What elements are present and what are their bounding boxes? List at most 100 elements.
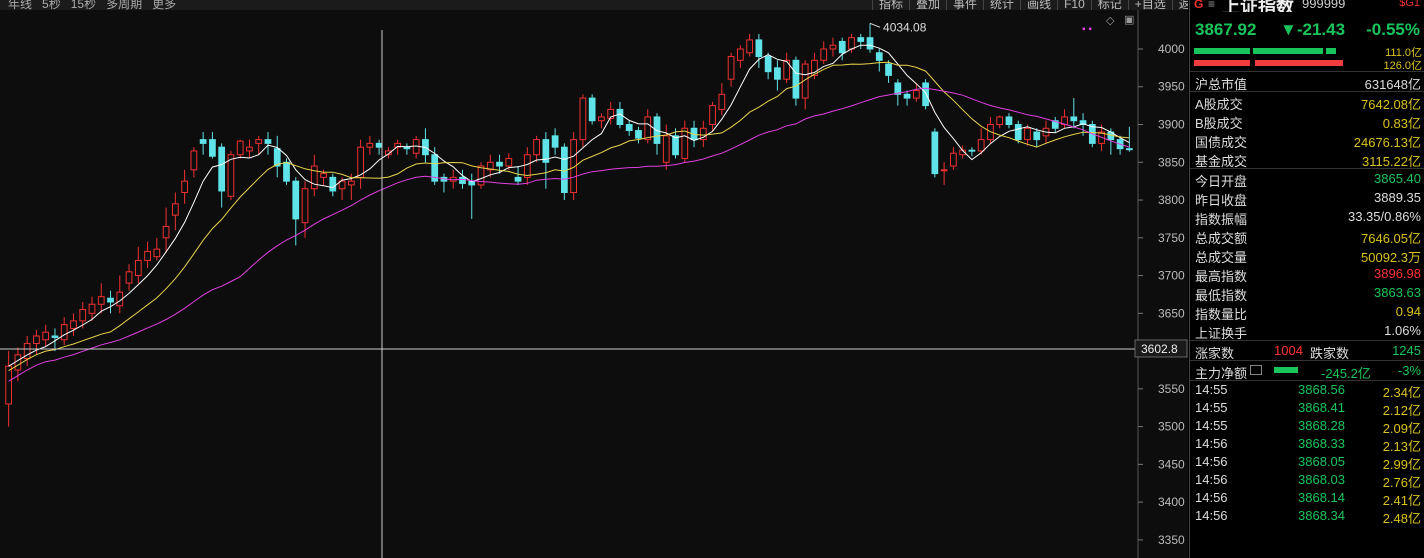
breadth-row: 涨家数 1004 跌家数 1245	[1190, 341, 1424, 361]
tool-tab[interactable]: 事件	[946, 0, 983, 10]
candle-body	[60, 324, 68, 341]
y-tick-label: 3400	[1158, 495, 1185, 509]
candle-body	[931, 131, 939, 175]
volume-row: B股成交 0.83亿	[1190, 111, 1424, 131]
tick-price: 3868.05	[1298, 454, 1345, 469]
down-count-label: 跌家数	[1310, 346, 1350, 361]
last-price: 3867.92	[1195, 20, 1257, 39]
flow-row: 主力净额 -245.2亿 -3%	[1190, 361, 1424, 381]
candle-body	[301, 188, 309, 224]
y-tick-label: 3500	[1158, 420, 1185, 434]
candle-body	[533, 139, 540, 156]
stat-value: 3865.40	[1374, 171, 1421, 186]
tool-tabs: 指标叠加事件统计画线F10标记+自选返回	[872, 0, 1188, 10]
kline-chart-svg[interactable]: 4000395039003850380037503700365036003550…	[0, 10, 1188, 558]
tool-tab[interactable]: 叠加	[909, 0, 946, 10]
tool-tab[interactable]: 统计	[983, 0, 1020, 10]
tick-price: 3868.41	[1298, 400, 1345, 415]
y-tick-label: 3900	[1158, 118, 1185, 132]
candle-body	[209, 139, 216, 157]
kline-chart[interactable]: 4000395039003850380037503700365036003550…	[0, 10, 1188, 558]
tick-row: 14:55 3868.56 2.34亿	[1190, 381, 1424, 400]
tool-tab[interactable]: 画线	[1020, 0, 1057, 10]
candle-body	[885, 63, 892, 76]
candle-body	[588, 97, 596, 122]
price-change: ▼-21.43	[1280, 20, 1346, 39]
period-tab[interactable]: 更多	[152, 0, 176, 10]
period-tab[interactable]: 5秒	[42, 0, 61, 10]
tick-time: 14:55	[1195, 382, 1228, 397]
y-tick-label: 3750	[1158, 231, 1185, 245]
y-tick-label: 3950	[1158, 80, 1185, 94]
candle-body	[320, 173, 327, 178]
window-icon[interactable]: ▣	[1124, 13, 1134, 26]
tick-row: 14:56 3868.33 2.13亿	[1190, 435, 1424, 454]
group-badge[interactable]: G	[1194, 0, 1203, 11]
price-change-pct: -0.55%	[1366, 20, 1420, 39]
flow-pct: -3%	[1397, 363, 1421, 378]
tool-tab[interactable]: +自选	[1127, 0, 1172, 10]
tick-price: 3868.33	[1298, 436, 1345, 451]
stat-row: 总成交量 50092.3万	[1190, 245, 1424, 265]
tool-tab[interactable]: 指标	[872, 0, 909, 10]
flow-value: -245.2亿	[1321, 366, 1371, 381]
stat-row: 最高指数 3896.98	[1190, 264, 1424, 284]
candle-body	[1033, 131, 1041, 141]
candle-body	[950, 152, 957, 167]
tool-tab[interactable]: 返回	[1171, 0, 1188, 10]
candle-body	[496, 161, 503, 167]
bar-2a	[1194, 60, 1250, 66]
tick-time: 14:56	[1195, 490, 1228, 505]
candle-body	[912, 90, 920, 99]
up-count-value: 1004	[1274, 343, 1303, 358]
index-name: 上证指数	[1222, 0, 1294, 12]
volume-value: 3115.22亿	[1361, 154, 1421, 169]
candle-body	[144, 250, 151, 261]
period-tab[interactable]: 多周期	[106, 0, 142, 10]
candle-body	[829, 44, 837, 50]
stats-list: 今日开盘 3865.40 昨日收盘 3889.35 指数振幅 33.35/0.86% 总成交…	[1190, 169, 1424, 341]
candle-body	[88, 303, 96, 314]
tick-price: 3868.56	[1298, 382, 1345, 397]
candle-body	[190, 150, 198, 171]
tick-row: 14:56 3868.05 2.99亿	[1190, 453, 1424, 472]
ma20-line	[8, 87, 1130, 382]
tool-tab[interactable]: F10	[1057, 0, 1091, 10]
candle-body	[329, 176, 337, 192]
candle-body	[375, 142, 383, 148]
index-code: 999999	[1302, 0, 1346, 11]
candle-body	[774, 67, 781, 80]
tick-row: 14:55 3868.41 2.12亿	[1190, 399, 1424, 418]
candle-body	[644, 116, 652, 141]
period-tab[interactable]: 15秒	[71, 0, 96, 10]
peak-pointer	[869, 22, 881, 28]
candle-body	[403, 146, 411, 150]
list-icon[interactable]	[1250, 365, 1262, 375]
stat-value: 3896.98	[1374, 266, 1421, 281]
stat-value: 1.06%	[1384, 323, 1421, 338]
candle-body	[635, 130, 642, 139]
diamond-icon[interactable]: ◇	[1106, 14, 1114, 27]
tick-row: 14:56 3868.03 2.76亿	[1190, 471, 1424, 490]
candle-body	[33, 335, 40, 345]
tick-time: 14:56	[1195, 436, 1228, 451]
candle-body	[125, 271, 133, 284]
volume-list: A股成交 7642.08亿 B股成交 0.83亿 国债成交 24676.13亿 基金成交 31…	[1190, 92, 1424, 169]
candle-body	[107, 297, 114, 303]
volume-label: 基金成交	[1195, 154, 1248, 169]
stat-row: 指数量比 0.94	[1190, 302, 1424, 322]
tick-time: 14:56	[1195, 454, 1228, 469]
tool-tab[interactable]: 标记	[1090, 0, 1128, 10]
candle-body	[838, 40, 846, 54]
menu-icon[interactable]: ≡	[1208, 0, 1215, 11]
candle-body	[246, 146, 253, 152]
candle-body	[153, 248, 161, 258]
candle-body	[977, 139, 985, 152]
candle-body	[14, 354, 22, 371]
sg-badge[interactable]: $G1	[1399, 0, 1420, 9]
stat-value: 3863.63	[1374, 285, 1421, 300]
stat-row: 上证换手 1.06%	[1190, 321, 1424, 341]
period-tab[interactable]: 年线	[8, 0, 32, 10]
candle-body	[783, 59, 791, 80]
candle-body	[968, 149, 976, 152]
